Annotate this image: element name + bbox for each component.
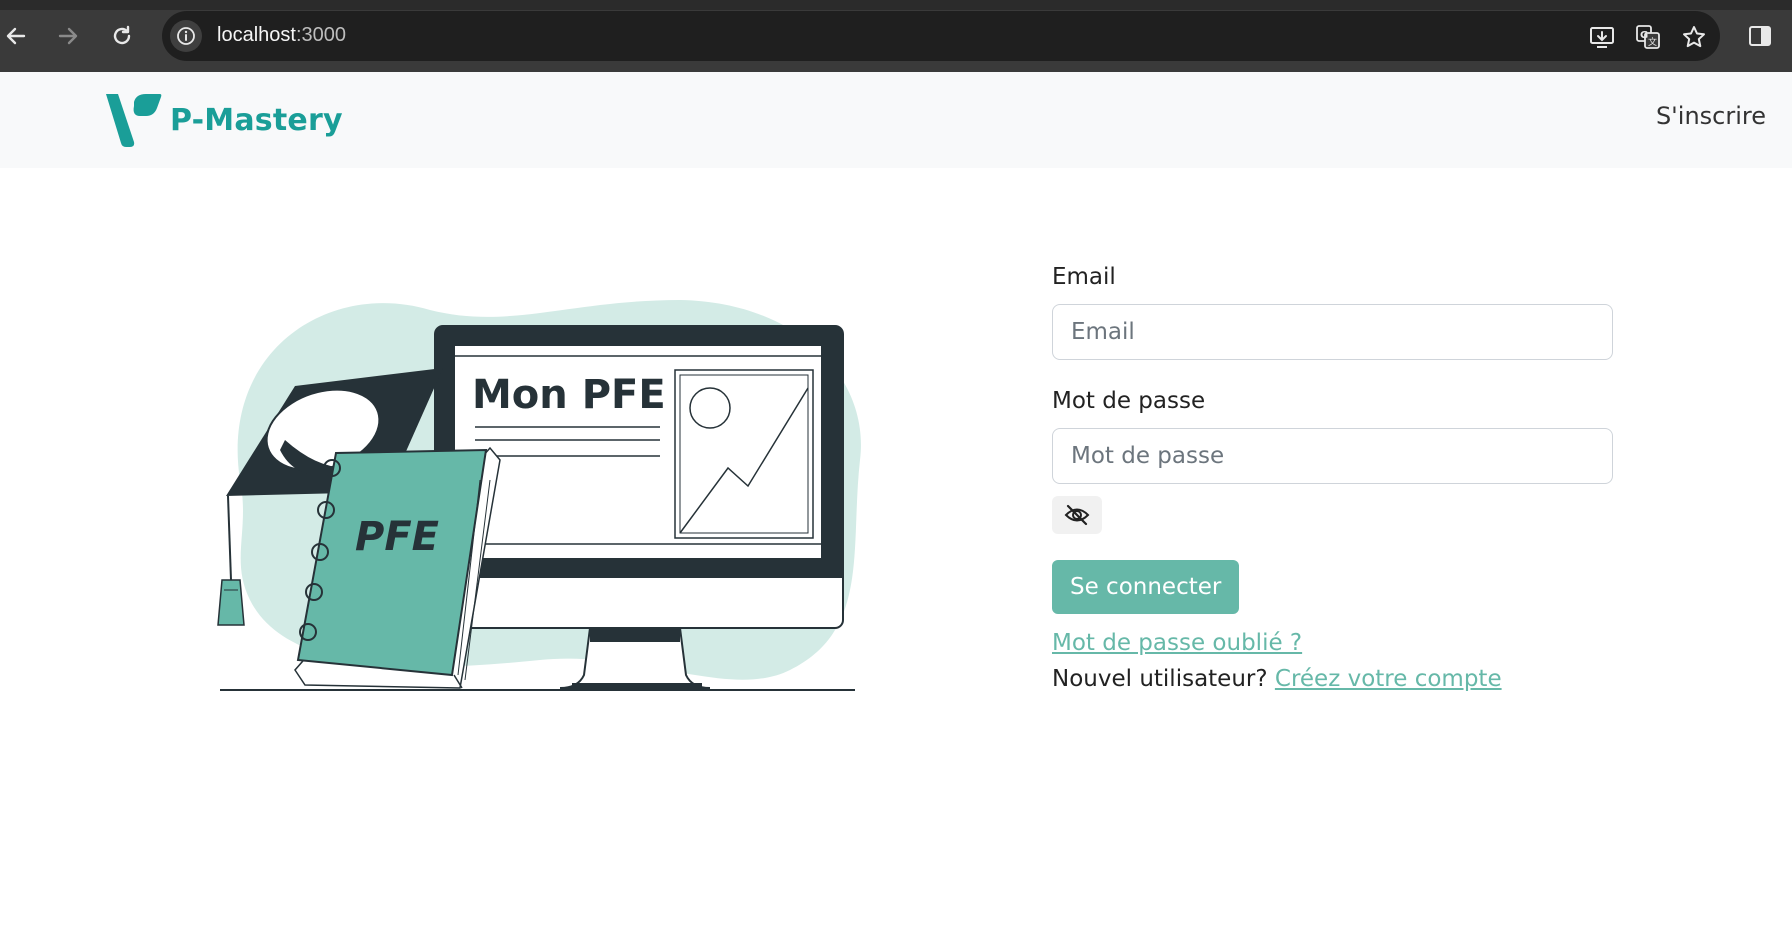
svg-text:文: 文 — [1648, 36, 1657, 48]
reload-button[interactable] — [106, 20, 138, 52]
brand-name: P-Mastery — [170, 102, 343, 138]
browser-toolbar: localhost:3000 G文 — [0, 0, 1792, 72]
arrow-left-icon — [6, 27, 26, 45]
new-user-text: Nouvel utilisateur? — [1052, 666, 1275, 692]
email-label: Email — [1052, 264, 1116, 290]
address-bar[interactable]: localhost:3000 G文 — [162, 11, 1720, 61]
tab-strip — [0, 0, 1792, 10]
site-info-icon[interactable] — [170, 20, 202, 52]
svg-text:G: G — [1640, 30, 1648, 41]
back-button[interactable] — [0, 20, 32, 52]
password-label: Mot de passe — [1052, 388, 1206, 414]
reload-icon — [113, 25, 131, 45]
hero-illustration: Mon PFE PFE — [210, 290, 880, 700]
translate-icon[interactable]: G文 — [1634, 23, 1662, 51]
monitor-title-text: Mon PFE — [472, 372, 666, 418]
book-title-text: PFE — [355, 514, 439, 560]
url-text[interactable]: localhost:3000 — [217, 24, 346, 47]
password-input[interactable] — [1052, 428, 1613, 484]
side-panel-icon[interactable] — [1744, 20, 1776, 52]
p-mastery-logo-icon — [106, 94, 162, 147]
url-host: localhost — [217, 24, 296, 46]
address-bar-actions: G文 — [1588, 23, 1708, 51]
create-account-link[interactable]: Créez votre compte — [1275, 666, 1502, 692]
eye-slash-icon — [1064, 504, 1090, 526]
bookmark-star-icon[interactable] — [1680, 23, 1708, 51]
forgot-password-link[interactable]: Mot de passe oublié ? — [1052, 630, 1302, 656]
signup-link[interactable]: S'inscrire — [1656, 102, 1766, 130]
url-port: :3000 — [295, 24, 346, 46]
email-input[interactable] — [1052, 304, 1613, 360]
toggle-password-visibility-button[interactable] — [1052, 496, 1102, 534]
login-submit-button[interactable]: Se connecter — [1052, 560, 1240, 614]
new-user-line: Nouvel utilisateur? Créez votre compte — [1052, 666, 1614, 692]
arrow-right-icon — [58, 27, 78, 45]
brand-logo-link[interactable]: P-Mastery — [104, 92, 343, 148]
login-form: Email Mot de passe Se connecter Mot de p… — [1052, 264, 1614, 692]
install-app-icon[interactable] — [1588, 23, 1616, 51]
forward-button[interactable] — [52, 20, 84, 52]
app-navbar: P-Mastery S'inscrire — [0, 72, 1792, 168]
